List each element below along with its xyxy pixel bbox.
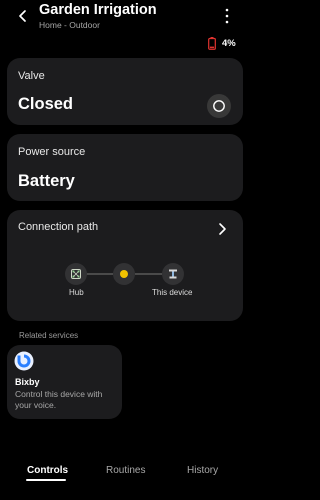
- hub-icon: [71, 269, 81, 279]
- page-title: Garden Irrigation: [39, 2, 157, 18]
- valve-label: Valve: [18, 70, 45, 82]
- connection-path-label: Connection path: [18, 221, 99, 233]
- power-source-card[interactable]: Power source Battery: [7, 134, 243, 201]
- hub-node: [65, 263, 87, 285]
- more-options-icon[interactable]: [224, 6, 230, 26]
- power-ring-icon: [213, 100, 225, 112]
- bixby-service-card[interactable]: Bixby Control this device with your voic…: [7, 345, 122, 419]
- bixby-description: Control this device with your voice.: [15, 389, 103, 410]
- connection-line: [86, 273, 113, 275]
- power-source-label: Power source: [18, 146, 86, 158]
- tab-history[interactable]: History: [187, 465, 218, 476]
- valve-card[interactable]: Valve Closed: [7, 58, 243, 125]
- bixby-title: Bixby: [15, 377, 40, 387]
- related-services-heading: Related services: [19, 331, 79, 340]
- relay-dot: [120, 270, 128, 278]
- valve-state: Closed: [18, 95, 74, 113]
- connection-path-card[interactable]: Connection path Hub This device: [7, 210, 243, 321]
- battery-low-icon: [208, 37, 216, 50]
- chevron-right-icon[interactable]: [217, 222, 227, 236]
- battery-level: 4%: [222, 38, 236, 49]
- device-location: Home - Outdoor: [39, 20, 100, 30]
- tab-controls[interactable]: Controls: [27, 465, 68, 476]
- relay-node: [113, 263, 135, 285]
- connection-line: [135, 273, 162, 275]
- power-source-value: Battery: [18, 172, 75, 190]
- device-screen: Garden Irrigation Home - Outdoor 4% Valv…: [0, 0, 249, 500]
- hub-label: Hub: [69, 288, 84, 297]
- valve-toggle-button[interactable]: [207, 94, 231, 118]
- relay-dot-icon: [120, 270, 128, 278]
- back-arrow-icon[interactable]: [16, 9, 30, 23]
- this-device-label: This device: [152, 288, 193, 297]
- this-device-node: [162, 263, 184, 285]
- valve-device-icon: [169, 269, 177, 279]
- bixby-icon: [14, 351, 34, 371]
- tab-routines[interactable]: Routines: [106, 465, 145, 476]
- active-tab-indicator: [26, 479, 66, 481]
